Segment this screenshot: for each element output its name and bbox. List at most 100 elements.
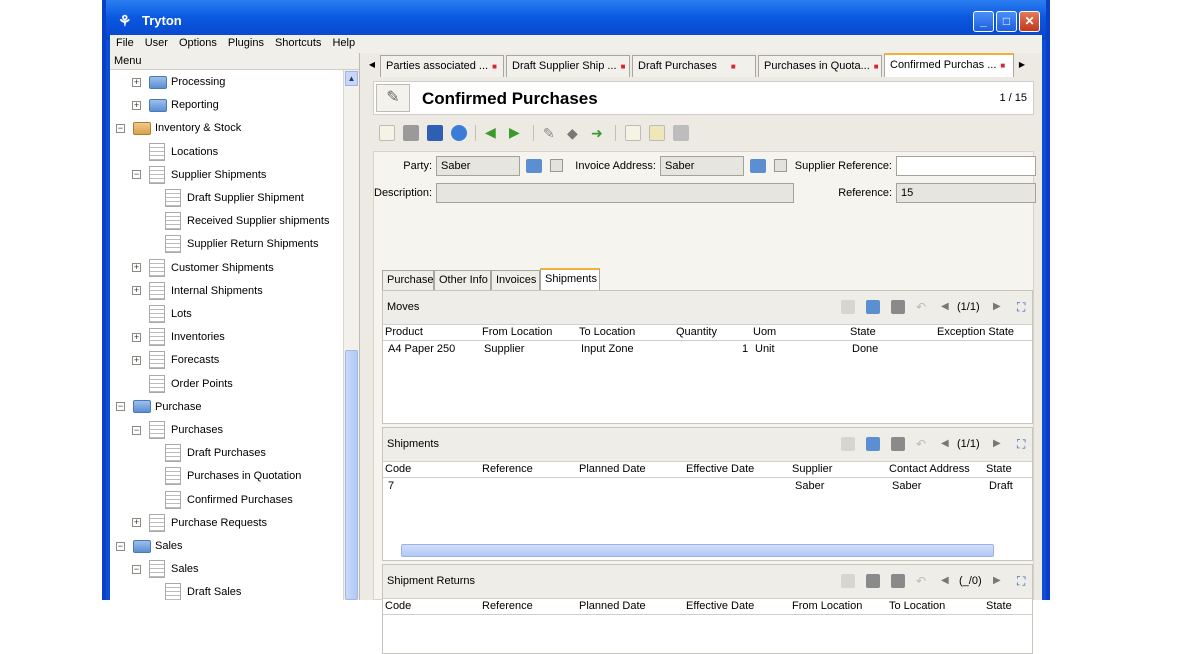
column-header[interactable]: From Location (792, 600, 862, 612)
column-header[interactable]: Quantity (676, 326, 717, 338)
action-icon[interactable]: ◆ (567, 125, 583, 141)
new-line-icon[interactable] (841, 300, 855, 314)
sidebar-item[interactable]: Purchases in Quotation (165, 466, 301, 486)
table-cell[interactable]: Draft (989, 480, 1013, 492)
table-cell[interactable]: Input Zone (581, 343, 634, 355)
column-header[interactable]: State (986, 463, 1012, 475)
collapse-icon[interactable]: − (132, 425, 141, 435)
column-header[interactable]: Code (385, 600, 411, 612)
collapse-icon[interactable]: − (116, 402, 125, 412)
tab-shipments[interactable]: Shipments (540, 268, 600, 290)
tab-draft-purchases[interactable]: Draft Purchases ■ (632, 55, 756, 77)
report-icon[interactable] (625, 125, 641, 141)
column-header[interactable]: To Location (889, 600, 945, 612)
sidebar-item[interactable]: Draft Purchases (165, 443, 266, 463)
attachment-icon[interactable]: ✎ (543, 125, 559, 141)
undo-line-icon[interactable]: ↶ (916, 300, 930, 314)
previous-line-icon[interactable]: ◀ (941, 437, 955, 451)
close-button[interactable]: ✕ (1019, 11, 1040, 32)
tab-draft-supplier-shipment[interactable]: Draft Supplier Ship ... ■ (506, 55, 630, 77)
tab-confirmed-purchases[interactable]: Confirmed Purchas ... ■ (884, 53, 1014, 77)
sidebar-item[interactable]: Received Supplier shipments (165, 211, 329, 231)
expand-icon[interactable]: + (132, 355, 141, 365)
table-cell[interactable]: Saber (892, 480, 921, 492)
close-tab-icon[interactable]: ■ (1000, 61, 1005, 70)
email-icon[interactable] (649, 125, 665, 141)
close-tab-icon[interactable]: ■ (492, 62, 497, 71)
sidebar-item[interactable]: − Purchases (132, 420, 223, 440)
sidebar-item[interactable]: Lots (149, 304, 192, 324)
sidebar-item[interactable]: Order Points (149, 374, 233, 394)
next-record-icon[interactable]: ▶ (509, 125, 525, 141)
relate-icon[interactable]: ➜ (591, 125, 607, 141)
sidebar-item[interactable]: − Inventory & Stock (116, 118, 241, 138)
close-tab-icon[interactable]: ■ (621, 62, 626, 71)
expand-icon[interactable]: + (132, 263, 141, 273)
tab-other-info[interactable]: Other Info (434, 270, 491, 290)
sidebar-item[interactable]: + Reporting (132, 95, 219, 115)
switch-line-view-icon[interactable]: ⛶ (1017, 300, 1031, 314)
new-line-icon[interactable] (841, 574, 855, 588)
switch-line-view-icon[interactable]: ⛶ (1017, 437, 1031, 451)
switch-line-view-icon[interactable]: ⛶ (1017, 574, 1031, 588)
tab-purchases-in-quotation[interactable]: Purchases in Quota... ■ (758, 55, 882, 77)
column-header[interactable]: Supplier (792, 463, 832, 475)
party-open-icon[interactable] (526, 159, 542, 173)
switch-view-icon[interactable] (427, 125, 443, 141)
expand-icon[interactable]: + (132, 77, 141, 87)
party-field[interactable]: Saber (436, 156, 520, 176)
scroll-up-icon[interactable]: ▲ (345, 71, 358, 86)
open-line-icon[interactable] (866, 300, 880, 314)
undo-line-icon[interactable]: ↶ (916, 437, 930, 451)
invoice-address-open-icon[interactable] (750, 159, 766, 173)
sidebar-item[interactable]: + Internal Shipments (132, 281, 263, 301)
supplier-reference-field[interactable] (896, 156, 1036, 176)
tab-invoices[interactable]: Invoices (491, 270, 540, 290)
maximize-button[interactable]: □ (996, 11, 1017, 32)
column-header[interactable]: State (986, 600, 1012, 612)
column-header[interactable]: Effective Date (686, 600, 754, 612)
menu-options[interactable]: Options (173, 35, 222, 49)
close-tab-icon[interactable]: ■ (731, 62, 736, 71)
next-line-icon[interactable]: ▶ (993, 300, 1007, 314)
expand-icon[interactable]: + (132, 332, 141, 342)
next-line-icon[interactable]: ▶ (993, 574, 1007, 588)
column-header[interactable]: Effective Date (686, 463, 754, 475)
sidebar-item[interactable]: + Purchase Requests (132, 513, 267, 533)
column-header[interactable]: Reference (482, 600, 533, 612)
sidebar-item[interactable]: Confirmed Purchases (165, 490, 293, 510)
column-header[interactable]: Contact Address (889, 463, 970, 475)
collapse-icon[interactable]: − (116, 123, 125, 133)
previous-line-icon[interactable]: ◀ (941, 300, 955, 314)
new-line-icon[interactable] (841, 437, 855, 451)
column-header[interactable]: Exception State (937, 326, 1014, 338)
column-header[interactable]: Planned Date (579, 463, 646, 475)
table-cell[interactable]: 7 (388, 480, 394, 492)
collapse-icon[interactable]: − (132, 564, 141, 574)
scrollbar-thumb[interactable] (345, 350, 358, 600)
sidebar-item[interactable]: + Processing (132, 72, 225, 92)
next-line-icon[interactable]: ▶ (993, 437, 1007, 451)
table-cell[interactable]: Unit (755, 343, 775, 355)
sidebar-item[interactable]: + Customer Shipments (132, 258, 274, 278)
collapse-icon[interactable]: − (132, 170, 141, 180)
column-header[interactable]: Product (385, 326, 423, 338)
expand-icon[interactable]: + (132, 286, 141, 296)
delete-line-icon[interactable] (891, 300, 905, 314)
column-header[interactable]: Uom (753, 326, 776, 338)
table-cell[interactable]: Saber (795, 480, 824, 492)
sidebar-item[interactable]: + Forecasts (132, 350, 219, 370)
column-header[interactable]: From Location (482, 326, 552, 338)
reload-icon[interactable] (451, 125, 467, 141)
column-header[interactable]: State (850, 326, 876, 338)
reference-field[interactable]: 15 (896, 183, 1036, 203)
sidebar-item[interactable]: Draft Sales (165, 582, 241, 600)
table-cell[interactable]: A4 Paper 250 (388, 343, 455, 355)
tab-scroll-left-icon[interactable]: ◀ (365, 55, 379, 77)
expand-icon[interactable]: + (132, 518, 141, 528)
column-header[interactable]: Planned Date (579, 600, 646, 612)
sidebar-item[interactable]: Supplier Return Shipments (165, 234, 318, 254)
sidebar-item[interactable]: − Sales (116, 536, 183, 556)
delete-line-icon[interactable] (891, 574, 905, 588)
table-cell[interactable]: Done (852, 343, 878, 355)
